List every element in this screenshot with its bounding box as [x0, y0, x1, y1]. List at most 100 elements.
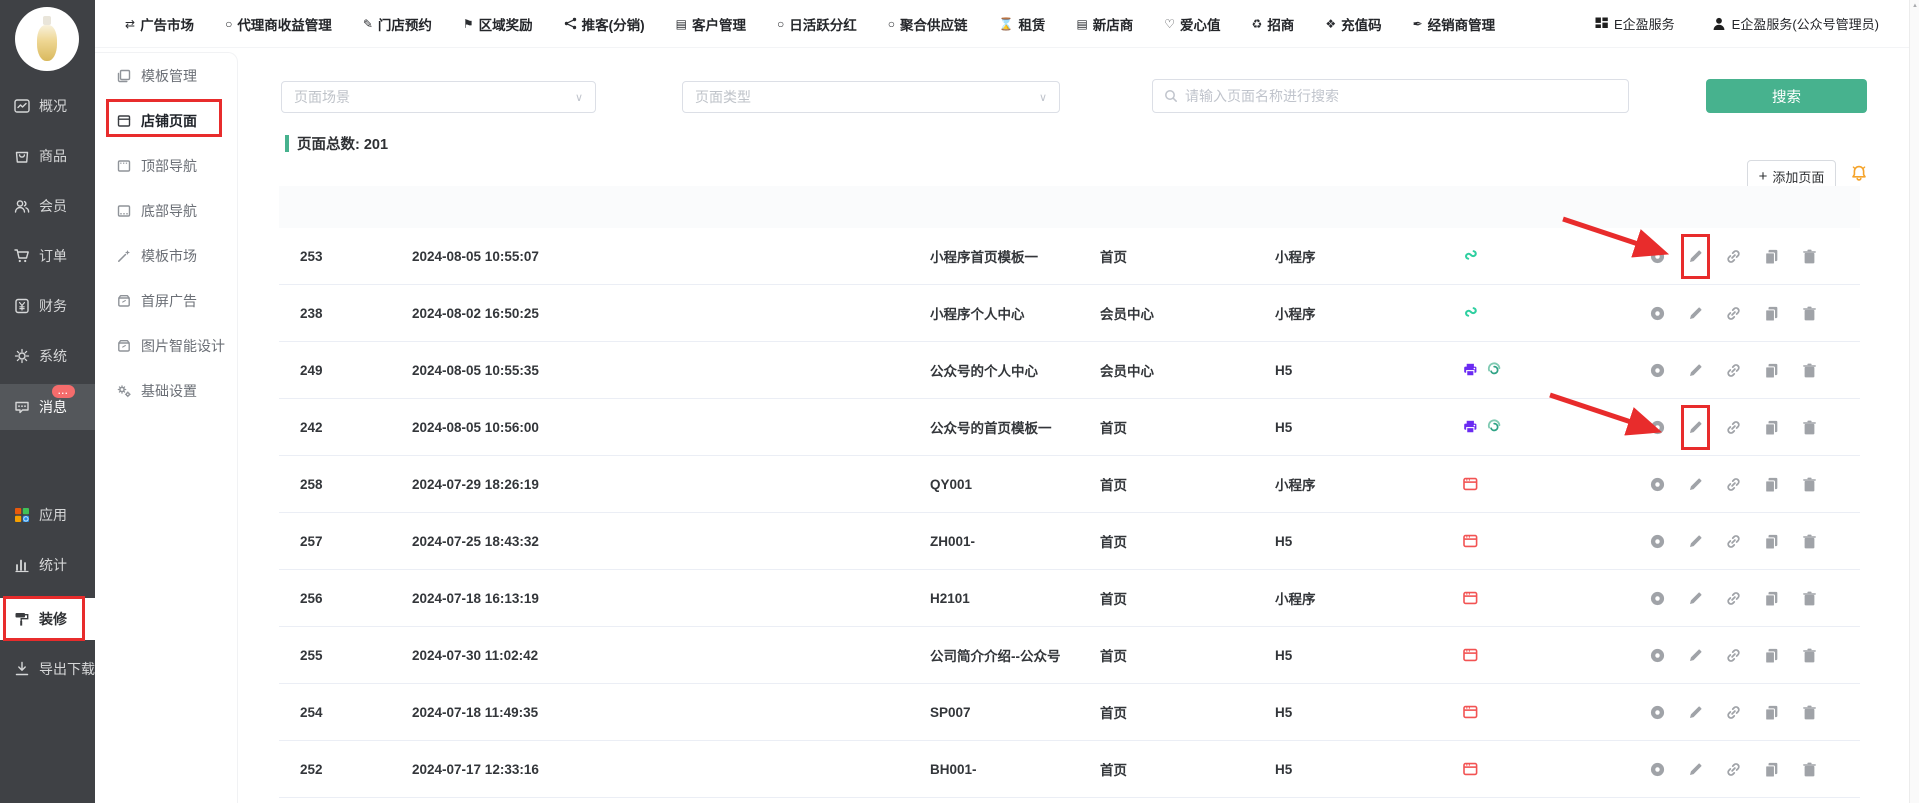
preview-icon[interactable]: [1649, 362, 1666, 379]
topnav-item[interactable]: ○ 代理商收益管理: [225, 14, 332, 34]
store-logo[interactable]: [15, 7, 79, 71]
delete-icon[interactable]: [1801, 533, 1818, 550]
sidebar-item[interactable]: 消息 ...: [0, 384, 95, 430]
preview-icon[interactable]: [1649, 761, 1666, 778]
delete-icon[interactable]: [1801, 476, 1818, 493]
copy-icon[interactable]: [1763, 419, 1780, 436]
sidebar-item[interactable]: 导出下载: [0, 646, 95, 692]
preview-icon[interactable]: [1649, 248, 1666, 265]
topnav-item[interactable]: ✎ 门店预约: [363, 14, 432, 34]
sidebar-item[interactable]: 统计: [0, 542, 95, 588]
link-icon[interactable]: [1725, 305, 1742, 322]
topnav-item[interactable]: ○ 日活跃分红: [777, 14, 857, 34]
preview-icon[interactable]: [1649, 476, 1666, 493]
submenu-item[interactable]: 图片智能设计: [95, 323, 237, 368]
topnav-item[interactable]: ♻ 招商: [1252, 14, 1295, 34]
sidebar-item[interactable]: 系统: [0, 333, 95, 379]
sidebar-item[interactable]: 订单: [0, 233, 95, 279]
edit-icon[interactable]: [1687, 419, 1704, 436]
message-count-badge: ...: [52, 385, 75, 398]
edit-icon[interactable]: [1687, 248, 1704, 265]
edit-icon[interactable]: [1687, 362, 1704, 379]
topnav-item[interactable]: ○ 聚合供应链: [888, 14, 968, 34]
link-icon[interactable]: [1725, 590, 1742, 607]
submenu-item[interactable]: 顶部导航: [95, 143, 237, 188]
edit-icon[interactable]: [1687, 761, 1704, 778]
link-icon[interactable]: [1725, 704, 1742, 721]
row-terminal: 小程序: [1275, 588, 1462, 608]
delete-icon[interactable]: [1801, 419, 1818, 436]
alarm-bell-icon[interactable]: [1849, 163, 1869, 184]
link-icon[interactable]: [1725, 419, 1742, 436]
preview-icon[interactable]: [1649, 419, 1666, 436]
link-icon[interactable]: [1725, 647, 1742, 664]
submenu-item-label: 图片智能设计: [141, 336, 225, 356]
page-scene-select[interactable]: 页面场景 ∨: [281, 81, 596, 113]
row-page-scene: 会员中心: [1100, 303, 1275, 323]
link-icon[interactable]: [1725, 362, 1742, 379]
page-scrollbar[interactable]: ▲: [1909, 0, 1919, 803]
copy-icon[interactable]: [1763, 647, 1780, 664]
topnav-item[interactable]: ⌛ 租赁: [998, 14, 1045, 34]
sidebar-item[interactable]: 会员: [0, 183, 95, 229]
edit-icon[interactable]: [1687, 533, 1704, 550]
delete-icon[interactable]: [1801, 305, 1818, 322]
link-icon[interactable]: [1725, 248, 1742, 265]
delete-icon[interactable]: [1801, 704, 1818, 721]
submenu-item[interactable]: 模板管理: [95, 53, 237, 98]
topnav-item[interactable]: ⇄ 广告市场: [125, 14, 194, 34]
link-icon[interactable]: [1725, 476, 1742, 493]
submenu-item[interactable]: 店铺页面: [95, 98, 237, 143]
topnav-item[interactable]: E企盈服务(公众号管理员): [1711, 14, 1879, 33]
copy-icon[interactable]: [1763, 590, 1780, 607]
edit-icon[interactable]: [1687, 590, 1704, 607]
table-row: 252 2024-07-17 12:33:16 BH001- 首页 H5: [279, 741, 1860, 798]
row-modified-time: 2024-07-30 11:02:42: [412, 648, 930, 663]
submenu-item[interactable]: 底部导航: [95, 188, 237, 233]
delete-icon[interactable]: [1801, 647, 1818, 664]
edit-icon[interactable]: [1687, 647, 1704, 664]
topnav-item[interactable]: ▤ 新店商: [1076, 14, 1133, 34]
delete-icon[interactable]: [1801, 362, 1818, 379]
copy-icon[interactable]: [1763, 362, 1780, 379]
sidebar-item[interactable]: 财务: [0, 283, 95, 329]
copy-icon[interactable]: [1763, 761, 1780, 778]
copy-icon[interactable]: [1763, 305, 1780, 322]
copy-icon[interactable]: [1763, 248, 1780, 265]
submenu-item[interactable]: 首屏广告: [95, 278, 237, 323]
copy-icon[interactable]: [1763, 476, 1780, 493]
preview-icon[interactable]: [1649, 590, 1666, 607]
edit-icon[interactable]: [1687, 305, 1704, 322]
preview-icon[interactable]: [1649, 305, 1666, 322]
topnav-item[interactable]: ✒ 经销商管理: [1413, 14, 1496, 34]
topnav-item[interactable]: 推客(分销): [564, 14, 645, 34]
submenu-item[interactable]: 模板市场: [95, 233, 237, 278]
sidebar-item[interactable]: 应用: [0, 492, 95, 538]
edit-icon[interactable]: [1687, 476, 1704, 493]
link-icon[interactable]: [1725, 533, 1742, 550]
sidebar-item[interactable]: 装修: [0, 598, 95, 640]
copy-icon[interactable]: [1763, 704, 1780, 721]
topnav-item[interactable]: ▤ 客户管理: [676, 14, 746, 34]
topnav-item[interactable]: ❖ 充值码: [1325, 14, 1381, 34]
row-modified-time: 2024-08-05 10:56:00: [412, 420, 930, 435]
copy-icon[interactable]: [1763, 533, 1780, 550]
delete-icon[interactable]: [1801, 248, 1818, 265]
search-input[interactable]: [1185, 88, 1617, 104]
delete-icon[interactable]: [1801, 590, 1818, 607]
edit-icon[interactable]: [1687, 704, 1704, 721]
sidebar-item[interactable]: 商品: [0, 133, 95, 179]
preview-icon[interactable]: [1649, 704, 1666, 721]
preview-icon[interactable]: [1649, 647, 1666, 664]
sidebar-item[interactable]: 概况: [0, 83, 95, 129]
topnav-item[interactable]: ♡ 爱心值: [1164, 14, 1220, 34]
preview-icon[interactable]: [1649, 533, 1666, 550]
topnav-item[interactable]: ⚑ 区域奖励: [463, 14, 533, 34]
link-icon[interactable]: [1725, 761, 1742, 778]
page-type-select[interactable]: 页面类型 ∨: [682, 81, 1060, 113]
delete-icon[interactable]: [1801, 761, 1818, 778]
topnav-item[interactable]: E企盈服务: [1594, 14, 1675, 33]
row-modified-time: 2024-08-05 10:55:07: [412, 249, 930, 264]
search-button[interactable]: 搜索: [1706, 79, 1867, 113]
submenu-item[interactable]: 基础设置: [95, 368, 237, 413]
